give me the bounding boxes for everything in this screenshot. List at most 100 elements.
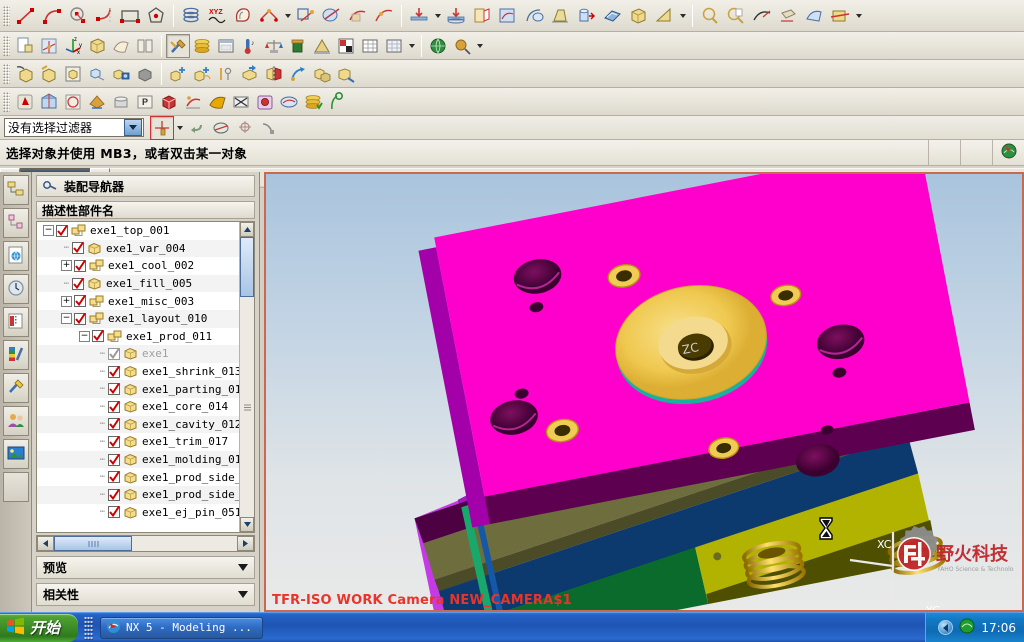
law-curve-icon[interactable]: XYZ [204,3,230,29]
tree-row[interactable]: ⋯ exe1_cavity_012 [37,415,239,434]
snap-dropdown[interactable] [474,34,485,58]
tree-checkbox[interactable] [108,506,121,519]
snap-icon[interactable] [450,34,474,58]
mate-icon[interactable] [166,62,190,86]
reverse-selection-icon[interactable] [185,116,209,140]
extrude-dropdown[interactable] [432,4,443,28]
tree-checkbox[interactable] [72,242,85,255]
extract-curve-icon[interactable] [371,3,397,29]
cavity-layout-icon[interactable]: P [133,90,157,114]
tree-checkbox[interactable] [74,295,87,308]
component-array-icon[interactable] [61,62,85,86]
tree-checkbox[interactable] [108,383,121,396]
gate-icon[interactable] [253,90,277,114]
parting-icon[interactable] [181,90,205,114]
tree-row[interactable]: ⋯ exe1_parting_01 [37,380,239,398]
tree-checkbox[interactable] [108,400,121,413]
workpiece-icon[interactable] [109,90,133,114]
tree-row[interactable]: + exe1_misc_003 [37,292,239,310]
sheet-body-icon[interactable] [109,34,133,58]
tree-checkbox[interactable] [74,312,87,325]
tree-column-header[interactable]: 描述性部件名 [36,201,255,219]
tree-row[interactable]: − exe1_top_001 [37,222,239,240]
mirror-assembly-icon[interactable] [262,62,286,86]
dependencies-section[interactable]: 相关性 [36,583,255,606]
tree-row[interactable]: ⋯ exe1_ej_pin_051 [37,504,239,522]
toolbar-grip[interactable] [3,63,10,84]
datum-plane-icon[interactable] [469,3,495,29]
layer-stack-icon[interactable] [190,34,214,58]
tree-checkbox[interactable] [108,488,121,501]
line-icon[interactable] [13,3,39,29]
tree-checkbox[interactable] [108,435,121,448]
tree-row[interactable]: − exe1_prod_011 [37,328,239,346]
replace-component-icon[interactable] [310,62,334,86]
toolbar-grip[interactable] [3,5,10,26]
chevron-down-icon[interactable] [234,559,252,577]
add-component-icon[interactable] [13,62,37,86]
selection-filter-combobox[interactable]: 没有选择过滤器 [4,118,144,137]
roles-tab[interactable] [2,406,29,436]
simplify-icon[interactable] [775,3,801,29]
selection-scope-icon[interactable] [150,115,174,140]
tree-checkbox[interactable] [56,224,69,237]
drawing-icon[interactable] [334,34,358,58]
system-scenes-tab[interactable] [2,439,29,469]
multi-cavity-icon[interactable] [37,90,61,114]
runner-icon[interactable] [277,90,301,114]
section-curve-icon[interactable] [345,3,371,29]
taskbar-grip[interactable] [84,615,94,640]
measure-icon[interactable] [697,3,723,29]
tree-row[interactable]: ⋯ exe1_fill_005 [37,274,239,293]
taskbar-item-nx[interactable]: NX 5 - Modeling ... [100,616,263,639]
history-tab[interactable] [2,274,29,304]
datum-csys-icon[interactable] [37,34,61,58]
tree-row[interactable]: ⋯ exe1_trim_017 [37,433,239,451]
graphics-viewport[interactable]: ZC XC YC X Y Z [264,172,1024,612]
project-curve-icon[interactable] [293,3,319,29]
tree-row[interactable]: ⋯ exe1_prod_side_ [37,468,239,486]
blank-tab[interactable] [2,472,29,502]
part-navigator-tab[interactable] [2,208,29,238]
mold-tools2-icon[interactable] [157,90,181,114]
scroll-track[interactable] [240,297,254,517]
standard-part-icon[interactable] [229,90,253,114]
cylinder-icon[interactable] [573,3,599,29]
circle-icon[interactable] [65,3,91,29]
snap-point-icon[interactable] [209,116,233,140]
snap-center-icon[interactable] [233,116,257,140]
reuse-library-tab[interactable] [2,307,29,337]
taper-icon[interactable] [547,3,573,29]
internet-explorer-tab[interactable] [2,241,29,271]
reposition-icon[interactable] [190,62,214,86]
chevron-left-icon[interactable] [938,620,954,635]
tree-checkbox[interactable] [108,471,121,484]
collapse-icon[interactable]: − [61,313,72,325]
arc-icon[interactable] [39,3,65,29]
feature-dropdown[interactable] [677,4,688,28]
tree-checkbox[interactable] [72,277,85,290]
shrinkage-icon[interactable] [85,90,109,114]
assembly-tree[interactable]: − exe1_top_001 ⋯ exe1_var_004 + exe1_cool_002… [37,222,239,532]
edit-component-icon[interactable] [334,62,358,86]
sweep-icon[interactable] [521,3,547,29]
toolbar-grip[interactable] [3,91,10,112]
bridge-curve-icon[interactable] [256,3,282,29]
package-icon[interactable] [286,34,310,58]
rectangle-icon[interactable] [117,3,143,29]
revolve-icon[interactable] [443,3,469,29]
scroll-down-button[interactable] [240,517,254,532]
cue-cell-globe[interactable] [992,140,1024,165]
tree-checkbox[interactable] [92,330,105,343]
preview-section[interactable]: 预览 [36,556,255,579]
wave-link-icon[interactable] [286,62,310,86]
solid-body-icon[interactable] [85,34,109,58]
hscroll-thumb[interactable] [54,536,132,551]
create-component-icon[interactable] [37,62,61,86]
scroll-up-button[interactable] [240,222,254,237]
tree-row[interactable]: ⋯ exe1_core_014 [37,398,239,416]
extrude-icon[interactable] [406,3,432,29]
shell-icon[interactable] [599,3,625,29]
hscroll-track[interactable] [132,536,237,551]
move-component-icon[interactable] [238,62,262,86]
